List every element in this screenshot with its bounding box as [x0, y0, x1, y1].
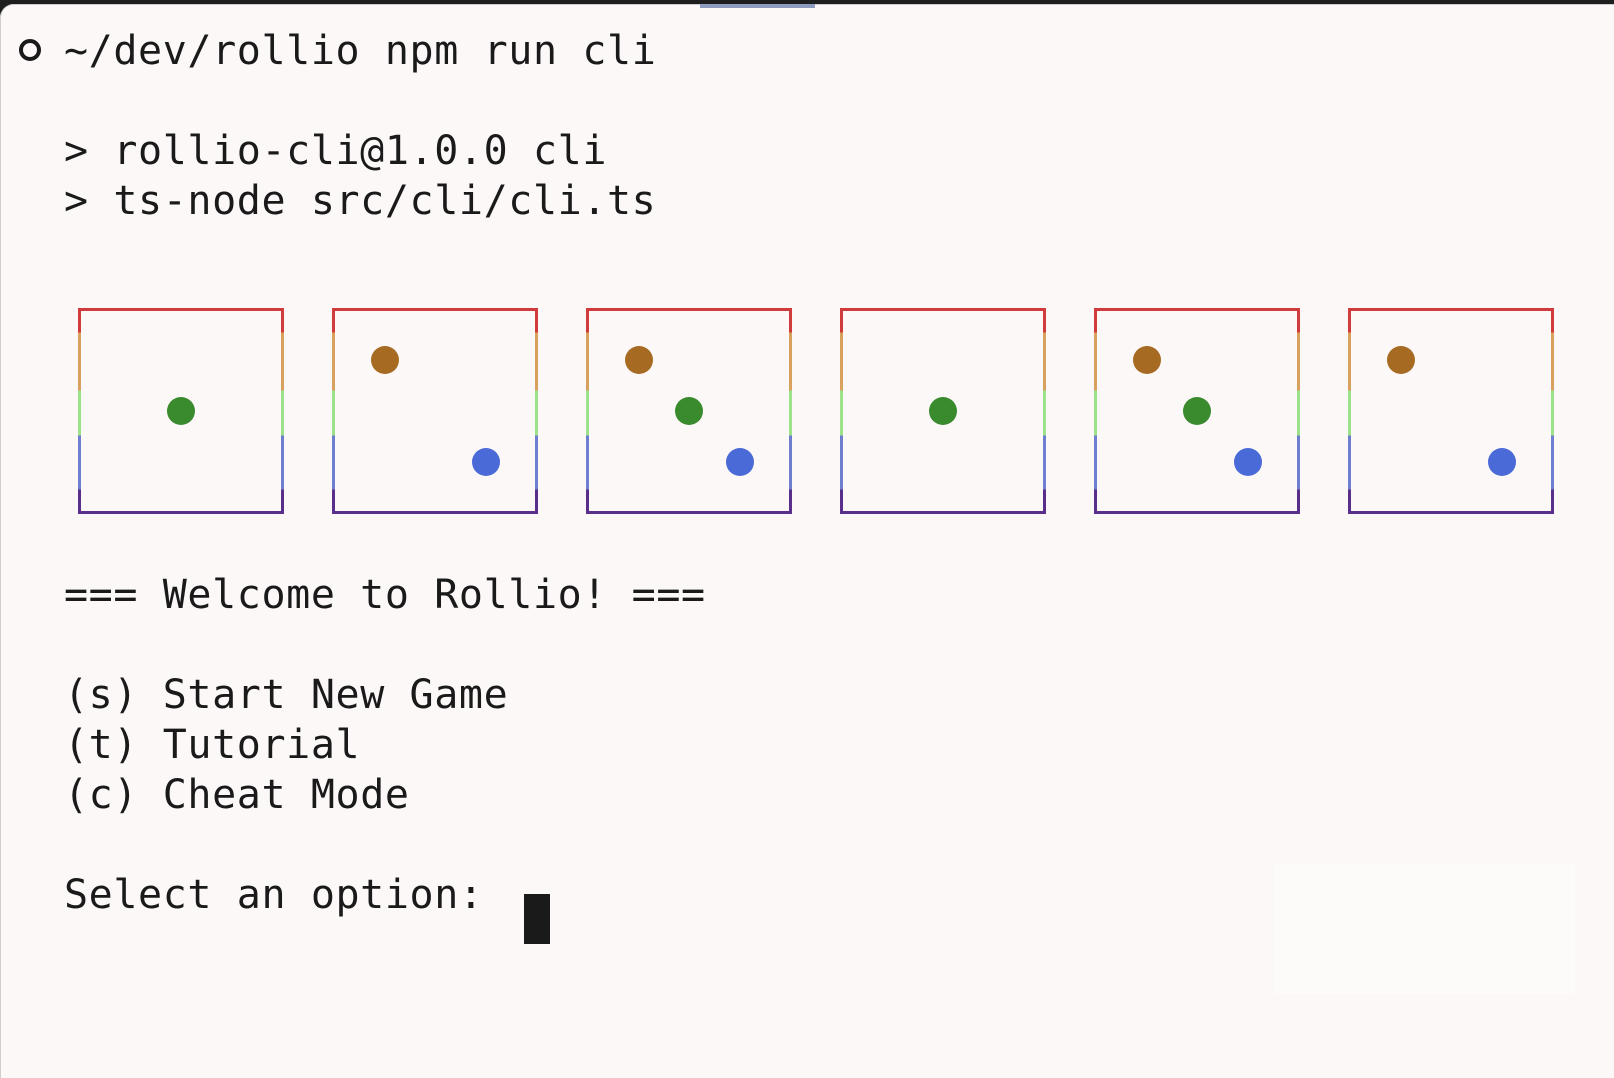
die-pip [929, 397, 957, 425]
menu-label: Cheat Mode [162, 772, 410, 818]
die-pip [625, 346, 653, 374]
die-pip [675, 397, 703, 425]
die-pip [726, 448, 754, 476]
die-2 [332, 308, 538, 514]
welcome-banner: === Welcome to Rollio! === [64, 572, 706, 618]
die-pip [371, 346, 399, 374]
die-pip [1488, 448, 1516, 476]
die-5 [1094, 308, 1300, 514]
select-prompt: Select an option: [64, 872, 484, 918]
menu-label: Tutorial [162, 722, 361, 768]
prompt-path: ~/dev/rollio [64, 28, 361, 74]
die-6 [1348, 308, 1554, 514]
prompt-status-icon [19, 39, 41, 61]
menu-item-tutorial[interactable]: (t) Tutorial [64, 720, 360, 770]
die-pip [1387, 346, 1415, 374]
die-pip [1133, 346, 1161, 374]
menu-item-start[interactable]: (s) Start New Game [64, 670, 508, 720]
menu-label: Start New Game [162, 672, 509, 718]
window-tab-strip [700, 4, 815, 8]
menu-key: (s) [64, 672, 139, 718]
npm-script-line: > rollio-cli@1.0.0 cli [64, 128, 608, 174]
text-cursor[interactable] [524, 894, 550, 944]
die-pip [167, 397, 195, 425]
die-pip [472, 448, 500, 476]
die-1 [78, 308, 284, 514]
menu-item-cheat[interactable]: (c) Cheat Mode [64, 770, 410, 820]
prompt-line: ~/dev/rollio npm run cli [64, 26, 656, 76]
prompt-command: npm run cli [384, 28, 657, 74]
die-pip [1234, 448, 1262, 476]
die-pip [1183, 397, 1211, 425]
die-4 [840, 308, 1046, 514]
die-3 [586, 308, 792, 514]
background-shade [1275, 864, 1575, 994]
menu-key: (c) [64, 772, 139, 818]
menu-key: (t) [64, 722, 139, 768]
dice-row [78, 308, 1558, 514]
npm-command-line: > ts-node src/cli/cli.ts [64, 178, 657, 224]
terminal-window: ~/dev/rollio npm run cli > rollio-cli@1.… [0, 4, 1614, 1078]
